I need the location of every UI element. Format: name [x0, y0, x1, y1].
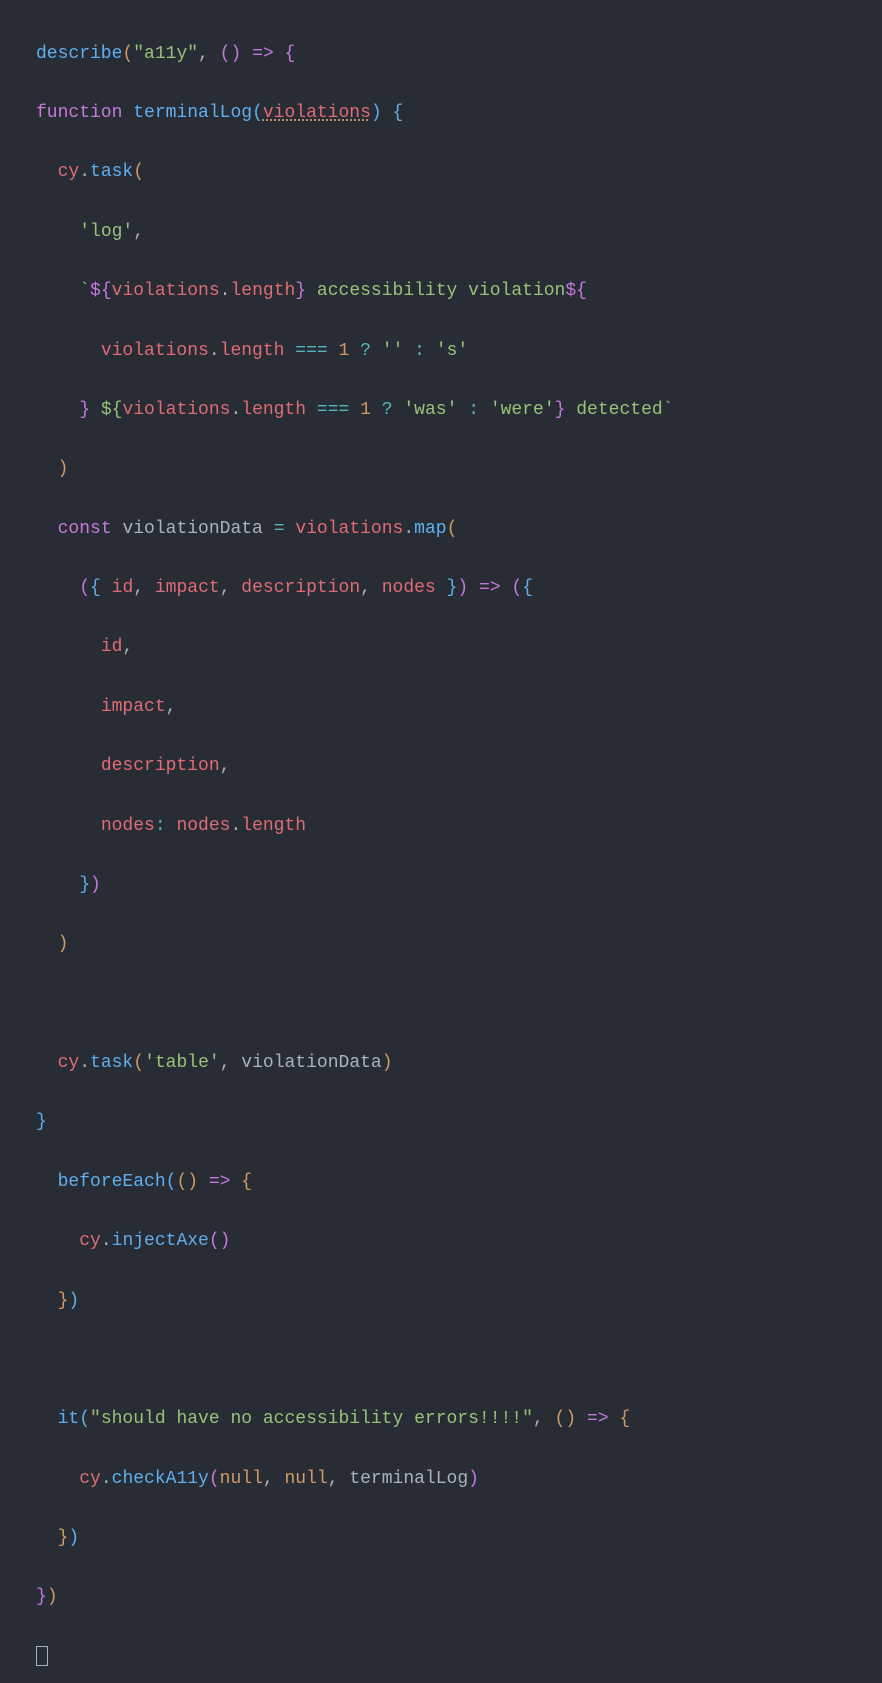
token: null [285, 1469, 328, 1489]
token: violations [112, 281, 220, 301]
token: impact [101, 697, 166, 717]
code-line: describe("a11y", () => { [8, 40, 882, 70]
token: length [220, 341, 285, 361]
code-line: cy.checkA11y(null, null, terminalLog) [8, 1465, 882, 1495]
token: 'table' [144, 1053, 220, 1073]
token: violationData [241, 1053, 381, 1073]
token: length [241, 400, 306, 420]
code-line: 'log', [8, 218, 882, 248]
token: ? [360, 341, 371, 361]
token: cy [79, 1231, 101, 1251]
token: cy [58, 1053, 80, 1073]
code-line: beforeEach(() => { [8, 1168, 882, 1198]
token: const [58, 519, 112, 539]
token: 1 [360, 400, 371, 420]
code-line: impact, [8, 693, 882, 723]
token: description [101, 756, 220, 776]
token: => [209, 1172, 231, 1192]
token: => [479, 578, 501, 598]
token: impact [155, 578, 220, 598]
code-line: function terminalLog(violations) { [8, 99, 882, 129]
code-line: const violationData = violations.map( [8, 515, 882, 545]
token: => [252, 44, 274, 64]
token: terminalLog [349, 1469, 468, 1489]
token: id [112, 578, 134, 598]
token: '' [382, 341, 404, 361]
code-line: } ${violations.length === 1 ? 'was' : 'w… [8, 396, 882, 426]
token: cy [79, 1469, 101, 1489]
token: "should have no accessibility errors!!!!… [90, 1409, 533, 1429]
token: length [230, 281, 295, 301]
token: "a11y" [133, 44, 198, 64]
cursor [36, 1646, 48, 1666]
code-line: cy.injectAxe() [8, 1227, 882, 1257]
code-line: } [8, 1108, 882, 1138]
token: it [58, 1409, 80, 1429]
token: nodes [176, 816, 230, 836]
token: violations [101, 341, 209, 361]
token: violations [263, 103, 371, 123]
code-editor[interactable]: describe("a11y", () => { function termin… [0, 0, 882, 1683]
token: = [274, 519, 285, 539]
token: null [220, 1469, 263, 1489]
token: map [414, 519, 446, 539]
code-line: }) [8, 1287, 882, 1317]
token: cy [58, 162, 80, 182]
code-line [8, 990, 882, 1020]
token: injectAxe [112, 1231, 209, 1251]
code-line: ) [8, 930, 882, 960]
token: describe [36, 44, 122, 64]
code-line: }) [8, 1583, 882, 1613]
code-line: nodes: nodes.length [8, 812, 882, 842]
code-line: }) [8, 871, 882, 901]
code-line: id, [8, 633, 882, 663]
token: ? [382, 400, 393, 420]
token: === [295, 341, 327, 361]
token: detected` [565, 400, 673, 420]
code-line: cy.task('table', violationData) [8, 1049, 882, 1079]
token: : [468, 400, 479, 420]
token: 'log' [79, 222, 133, 242]
token: checkA11y [112, 1469, 209, 1489]
token: 1 [339, 341, 350, 361]
token: ${ [565, 281, 587, 301]
code-line [8, 1346, 882, 1376]
code-line: violations.length === 1 ? '' : 's' [8, 337, 882, 367]
token: } [79, 400, 90, 420]
token: 'were' [490, 400, 555, 420]
token: violations [295, 519, 403, 539]
token: id [101, 637, 123, 657]
token: function [36, 103, 122, 123]
code-line: ) [8, 455, 882, 485]
token: beforeEach [58, 1172, 166, 1192]
code-line: it("should have no accessibility errors!… [8, 1405, 882, 1435]
token: => [587, 1409, 609, 1429]
token: : [414, 341, 425, 361]
token: 'was' [403, 400, 457, 420]
token: terminalLog [133, 103, 252, 123]
token: violationData [122, 519, 262, 539]
code-line: }) [8, 1524, 882, 1554]
token: length [241, 816, 306, 836]
token: ${ [90, 400, 122, 420]
token: task [90, 162, 133, 182]
token: description [241, 578, 360, 598]
token: accessibility violation [306, 281, 565, 301]
code-line: cy.task( [8, 158, 882, 188]
token: nodes [101, 816, 155, 836]
token: 's' [436, 341, 468, 361]
token: === [317, 400, 349, 420]
code-line: description, [8, 752, 882, 782]
token: nodes [382, 578, 436, 598]
code-line: ({ id, impact, description, nodes }) => … [8, 574, 882, 604]
token: task [90, 1053, 133, 1073]
code-line: `${violations.length} accessibility viol… [8, 277, 882, 307]
token: violations [122, 400, 230, 420]
